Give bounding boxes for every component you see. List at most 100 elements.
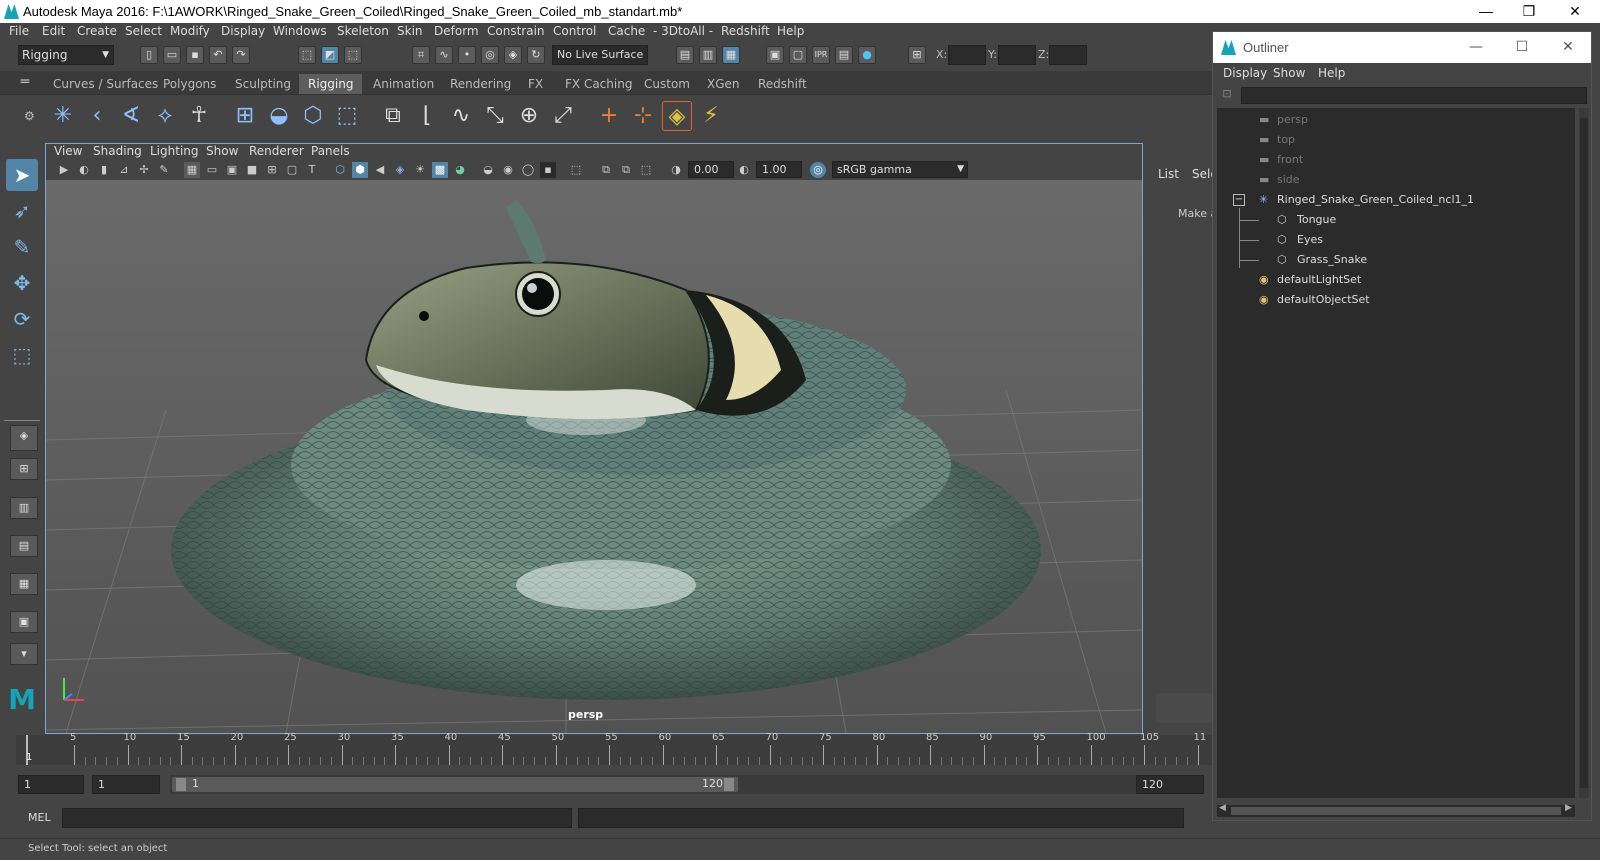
command-input[interactable]	[62, 808, 572, 828]
select-component-icon[interactable]: ⬚	[344, 46, 362, 64]
aim-constraint-icon[interactable]: ⤢	[548, 101, 578, 131]
menu-skeleton[interactable]: Skeleton	[337, 24, 389, 38]
snap-surface-icon[interactable]: ◈	[504, 46, 522, 64]
menu-file[interactable]: File	[9, 24, 29, 38]
persp-outliner-icon[interactable]: ▦	[10, 573, 38, 595]
grease-pencil-icon[interactable]: ✎	[156, 162, 172, 178]
point-constraint-icon[interactable]: ⊕	[514, 101, 544, 131]
set-driven-key-icon[interactable]: ⚡	[696, 101, 726, 131]
outliner-menu-help[interactable]: Help	[1318, 66, 1345, 80]
wireframe-on-shaded-icon[interactable]: ◀	[372, 162, 388, 178]
film-gate-icon[interactable]: ▭	[204, 162, 220, 178]
color-management-icon[interactable]: ◎	[810, 162, 826, 178]
xray-active-icon[interactable]: ⧉	[618, 162, 634, 178]
outliner-maximize-button[interactable]: ☐	[1499, 36, 1545, 59]
grid-icon[interactable]: ▦	[184, 162, 200, 178]
menu-3dtoall[interactable]: - 3DtoAll -	[653, 24, 713, 38]
orient-constraint-icon[interactable]: ⊹	[628, 101, 658, 131]
xray-joints-icon[interactable]: ⧉	[598, 162, 614, 178]
bind-skin-icon[interactable]: ⧉	[378, 101, 408, 131]
tree-item-front[interactable]: ▬ front	[1217, 150, 1573, 170]
tab-fx-caching[interactable]: FX Caching	[556, 74, 641, 94]
render-globals-icon[interactable]: ▤	[835, 46, 853, 64]
vp-menu-shading[interactable]: Shading	[93, 144, 142, 158]
tab-animation[interactable]: Animation	[364, 74, 443, 94]
resolution-gate-icon[interactable]: ▣	[224, 162, 240, 178]
menu-skin[interactable]: Skin	[397, 24, 423, 38]
tree-item-eyes[interactable]: ⬡ Eyes	[1217, 230, 1573, 250]
single-pane-icon[interactable]: ◈	[10, 425, 38, 451]
tab-custom[interactable]: Custom	[635, 74, 699, 94]
orient-joint-icon[interactable]: ⟡	[150, 101, 180, 131]
vp-menu-view[interactable]: View	[54, 144, 82, 158]
tree-item-persp[interactable]: ▬ persp	[1217, 110, 1573, 130]
depth-of-field-icon[interactable]: ▪	[540, 162, 556, 178]
xray-icon[interactable]: ◕	[452, 162, 468, 178]
ik-spline-icon[interactable]: ◒	[264, 101, 294, 131]
close-button[interactable]: ✕	[1552, 0, 1598, 23]
transform-mode-icon[interactable]: ⊞	[908, 46, 926, 64]
menu-windows[interactable]: Windows	[273, 24, 327, 38]
new-scene-icon[interactable]: ▯	[140, 46, 158, 64]
tab-curves-surfaces[interactable]: Curves / Surfaces	[44, 74, 167, 94]
select-object-icon[interactable]: ◩	[321, 46, 339, 64]
textured-icon[interactable]: ◈	[392, 162, 408, 178]
render-frame-icon[interactable]: ▢	[789, 46, 807, 64]
tab-redshift[interactable]: Redshift	[749, 74, 816, 94]
scroll-left-icon[interactable]: ◀	[1219, 803, 1226, 813]
menu-help[interactable]: Help	[777, 24, 804, 38]
tree-item-side[interactable]: ▬ side	[1217, 170, 1573, 190]
command-language-label[interactable]: MEL	[28, 811, 51, 824]
construction-icon[interactable]: ▥	[699, 46, 717, 64]
use-lights-icon[interactable]: ☀	[412, 162, 428, 178]
menu-modify[interactable]: Modify	[170, 24, 210, 38]
range-end-handle[interactable]	[724, 778, 734, 791]
restore-button[interactable]: ❐	[1506, 0, 1552, 23]
menu-deform[interactable]: Deform	[434, 24, 479, 38]
outliner-vertical-scrollbar[interactable]	[1579, 108, 1589, 798]
range-start-handle[interactable]	[176, 778, 186, 791]
motion-blur-icon[interactable]: ◉	[500, 162, 516, 178]
outliner-menu-show[interactable]: Show	[1273, 66, 1305, 80]
ik-handle-icon[interactable]: ⊞	[230, 101, 260, 131]
menuset-dropdown[interactable]: Rigging ▼	[18, 45, 114, 65]
side-by-side-icon[interactable]: ▥	[10, 497, 38, 519]
menu-redshift[interactable]: Redshift	[721, 24, 770, 38]
gamma-icon[interactable]: ◐	[736, 162, 752, 178]
scroll-thumb[interactable]	[1231, 807, 1561, 815]
scroll-thumb[interactable]	[1580, 118, 1588, 788]
tab-xgen[interactable]: XGen	[698, 74, 749, 94]
z-field[interactable]	[1049, 45, 1087, 65]
minimize-button[interactable]: —	[1463, 0, 1509, 23]
smooth-shade-icon[interactable]: ⬢	[352, 162, 368, 178]
select-hierarchy-icon[interactable]: ⬚	[298, 46, 316, 64]
menu-create[interactable]: Create	[77, 24, 117, 38]
snap-curve-icon[interactable]: ∿	[435, 46, 453, 64]
lasso-tool-icon[interactable]: ➶	[6, 195, 38, 227]
render-settings-icon[interactable]: ▦	[722, 46, 740, 64]
camera-attr-icon[interactable]: ◐	[76, 162, 92, 178]
safe-title-icon[interactable]: T	[304, 162, 320, 178]
snap-grid-icon[interactable]: ⌗	[412, 46, 430, 64]
menu-select[interactable]: Select	[125, 24, 162, 38]
insert-joint-icon[interactable]: ‹	[82, 101, 112, 131]
ambient-occlusion-icon[interactable]: ◒	[480, 162, 496, 178]
menu-edit[interactable]: Edit	[42, 24, 65, 38]
time-slider[interactable]: 1 5 10 15 20 25 30 35 40 45 50 55 60 65 70 75 80 85 90 95 1…	[16, 732, 1212, 769]
move-tool-icon[interactable]: ✥	[6, 267, 38, 299]
lattice-icon[interactable]: ⬡	[298, 101, 328, 131]
shelf-settings-icon[interactable]: ⚙	[24, 109, 35, 123]
copy-weights-icon[interactable]: ⤡	[480, 101, 510, 131]
open-scene-icon[interactable]: ▭	[163, 46, 181, 64]
redo-icon[interactable]: ↷	[232, 46, 250, 64]
joint-tool-icon[interactable]: ✳	[48, 101, 78, 131]
persp-graph-icon[interactable]: ▤	[10, 535, 38, 557]
tab-rigging[interactable]: Rigging	[299, 74, 363, 94]
tree-item-top[interactable]: ▬ top	[1217, 130, 1573, 150]
live-surface-field[interactable]: No Live Surface	[552, 45, 648, 65]
select-tool-icon[interactable]: ➤	[6, 159, 38, 191]
image-plane-icon[interactable]: ⊿	[116, 162, 132, 178]
outliner-close-button[interactable]: ✕	[1545, 36, 1591, 59]
x-field[interactable]	[948, 45, 986, 65]
four-pane-icon[interactable]: ⊞	[10, 458, 38, 480]
